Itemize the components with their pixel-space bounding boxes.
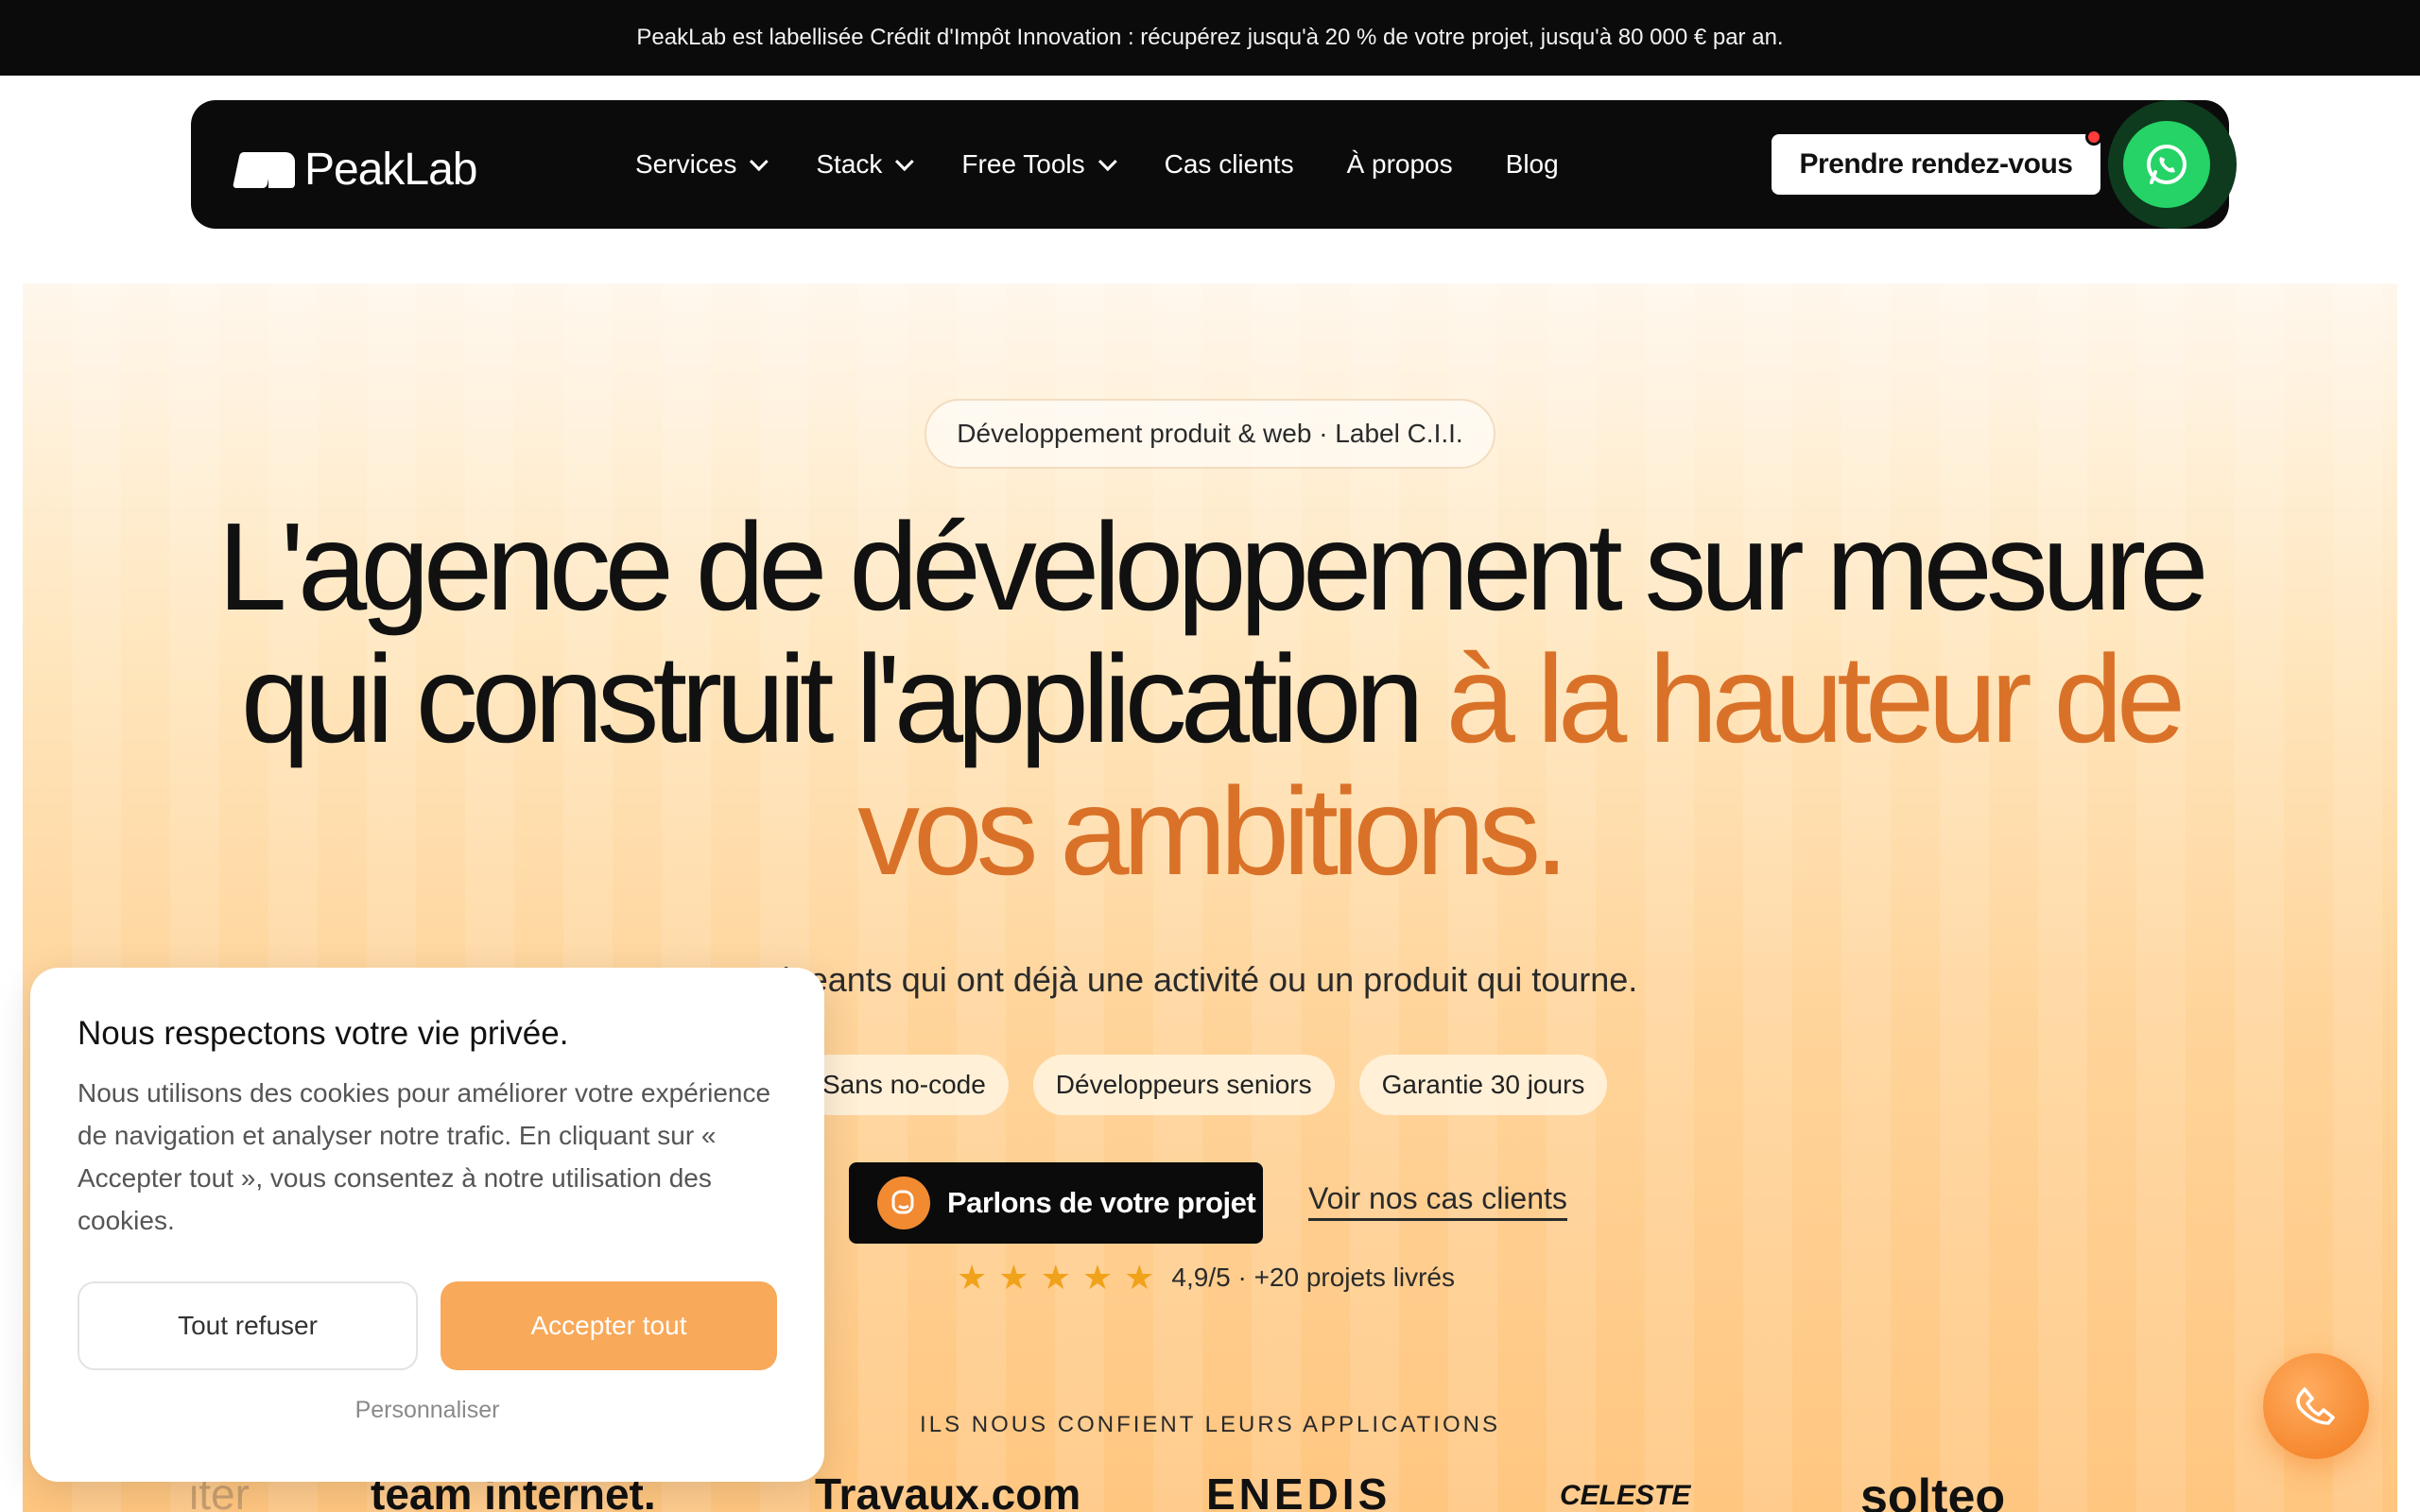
star-icon: ★: [957, 1258, 988, 1297]
view-cases-link[interactable]: Voir nos cas clients: [1308, 1181, 1567, 1221]
logo-text: PeakLab: [304, 145, 477, 195]
nav-item-a-propos[interactable]: À propos: [1347, 149, 1453, 180]
chevron-down-icon: [895, 152, 915, 172]
announcement-bar: PeakLab est labellisée Crédit d'Impôt In…: [0, 0, 2420, 76]
nav-item-cas-clients[interactable]: Cas clients: [1165, 149, 1294, 180]
star-icon: ★: [1124, 1258, 1155, 1297]
customize-link[interactable]: Personnaliser: [30, 1397, 824, 1424]
phone-icon: [2296, 1387, 2335, 1425]
logo-mark-icon: [232, 151, 297, 188]
rating: ★ ★ ★ ★ ★ 4,9/5 · +20 projets livrés: [957, 1261, 1455, 1295]
nav-item-label: Blog: [1505, 149, 1559, 179]
chevron-down-icon: [1098, 152, 1117, 172]
hero-chips: Sans no-code Développeurs seniors Garant…: [800, 1055, 1608, 1115]
nav-item-services[interactable]: Services: [635, 149, 769, 180]
nav-item-label: Free Tools: [961, 149, 1085, 179]
client-logo-celeste: CELESTE: [1560, 1480, 1691, 1511]
star-icon: ★: [998, 1258, 1029, 1297]
nav-links: Services Stack Free Tools Cas clients À …: [635, 100, 1612, 229]
cookie-title: Nous respectons votre vie privée.: [78, 1015, 569, 1052]
call-button[interactable]: [2263, 1353, 2369, 1459]
whatsapp-icon: [2147, 145, 2187, 184]
talk-project-label: Parlons de votre projet: [947, 1186, 1256, 1219]
nav-item-free-tools[interactable]: Free Tools: [961, 149, 1117, 180]
chip-senior-devs: Développeurs seniors: [1032, 1055, 1335, 1115]
talk-project-button[interactable]: Parlons de votre projet: [849, 1162, 1263, 1244]
nav-item-stack[interactable]: Stack: [816, 149, 915, 180]
client-logo-solteo: solteo: [1860, 1469, 2006, 1512]
headline-accent-1: à la hauteur de: [1445, 629, 2187, 768]
star-icon: ★: [1081, 1258, 1114, 1297]
refuse-all-button[interactable]: Tout refuser: [78, 1281, 418, 1370]
star-icon: ★: [1040, 1258, 1071, 1297]
announcement-text: PeakLab est labellisée Crédit d'Impôt In…: [636, 25, 1784, 50]
rating-text: 4,9/5 · +20 projets livrés: [1171, 1263, 1455, 1292]
headline-line-1: L'agence de développement sur mesure: [217, 497, 2208, 636]
client-logo-enedis: ENEDIS: [1206, 1469, 1392, 1512]
nav-item-label: À propos: [1346, 149, 1453, 179]
cookie-body: Nous utilisons des cookies pour améliore…: [78, 1078, 771, 1235]
nav-item-label: Stack: [816, 149, 883, 179]
main-navbar: PeakLab Services Stack Free Tools Cas cl…: [191, 100, 2237, 229]
whatsapp-button[interactable]: [2123, 121, 2210, 208]
trust-label: ILS NOUS CONFIENT LEURS APPLICATIONS: [920, 1412, 1500, 1437]
chip-no-code: Sans no-code: [800, 1055, 1009, 1115]
peaklab-logo[interactable]: PeakLab: [232, 144, 477, 196]
book-appointment-button[interactable]: Prendre rendez-vous: [1772, 134, 2100, 195]
hero-tag-pill: Développement produit & web · Label C.I.…: [925, 399, 1495, 469]
chip-guarantee: Garantie 30 jours: [1358, 1055, 1608, 1115]
cookie-consent-modal: Nous respectons votre vie privée. Nous u…: [30, 968, 824, 1482]
client-logo-travaux: Travaux.com: [815, 1469, 1081, 1512]
nav-item-label: Services: [635, 149, 737, 179]
hero-headline: L'agence de développement sur mesure qui…: [113, 501, 2307, 898]
chevron-down-icon: [750, 152, 769, 172]
rating-stars: ★ ★ ★ ★ ★: [957, 1261, 1154, 1295]
notification-dot: [2085, 129, 2102, 146]
chat-icon: [877, 1177, 930, 1229]
nav-item-label: Cas clients: [1164, 149, 1294, 179]
headline-accent-2: vos ambitions.: [857, 762, 1569, 901]
nav-item-blog[interactable]: Blog: [1506, 149, 1559, 180]
accept-all-button[interactable]: Accepter tout: [441, 1281, 777, 1370]
headline-line-2: qui construit l'application: [240, 629, 1446, 768]
